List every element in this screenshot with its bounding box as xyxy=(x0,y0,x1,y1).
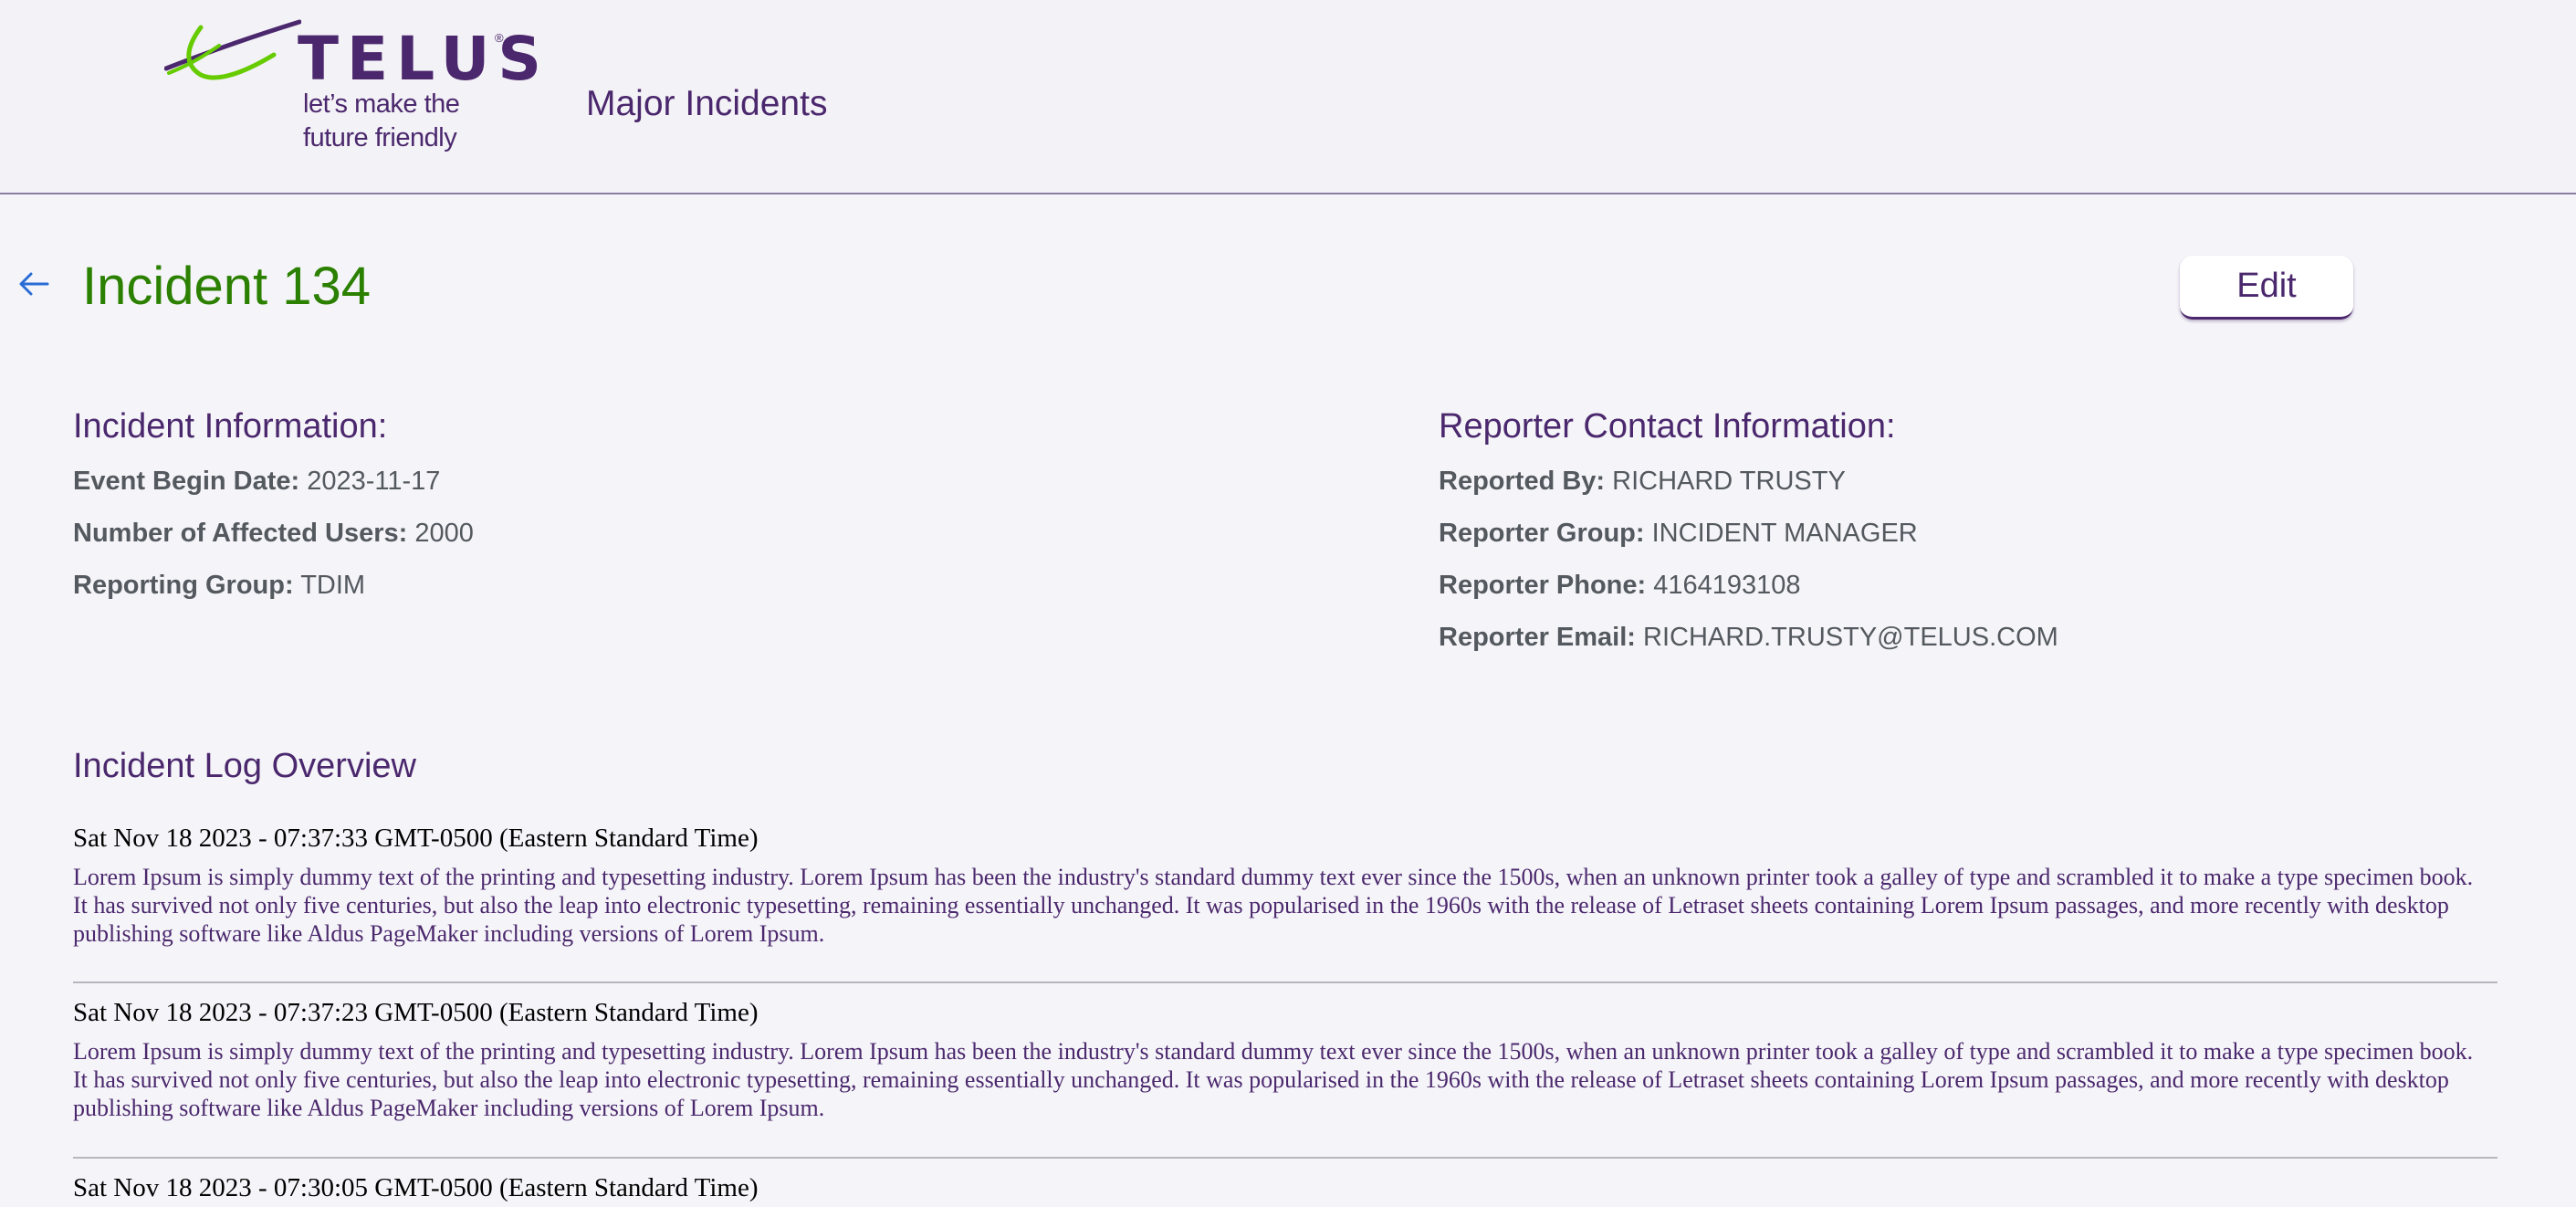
reporter-row-email: Reporter Email: RICHARD.TRUSTY@TELUS.COM xyxy=(1439,623,2058,653)
info-label: Number of Affected Users: xyxy=(73,519,408,548)
log-timestamp: Sat Nov 18 2023 - 07:30:05 GMT-0500 (Eas… xyxy=(73,1173,759,1202)
edit-button[interactable]: Edit xyxy=(2180,256,2353,320)
reporter-label: Reporter Phone: xyxy=(1439,571,1647,600)
telus-logo-icon xyxy=(164,19,301,80)
info-label: Reporting Group: xyxy=(73,571,294,600)
info-row-affected-users: Number of Affected Users: 2000 xyxy=(73,519,474,549)
reporter-label: Reporter Email: xyxy=(1439,623,1636,652)
log-title: Incident Log Overview xyxy=(73,747,416,785)
info-value: TDIM xyxy=(300,571,366,600)
log-divider xyxy=(73,981,2497,983)
incident-info-title: Incident Information: xyxy=(73,407,388,446)
reporter-label: Reported By: xyxy=(1439,467,1606,496)
reporter-info-title: Reporter Contact Information: xyxy=(1439,407,1896,446)
reporter-value: RICHARD.TRUSTY@TELUS.COM xyxy=(1643,623,2058,652)
logo-tagline: let’s make the future friendly xyxy=(303,88,460,155)
reporter-row-group: Reporter Group: INCIDENT MANAGER xyxy=(1439,519,1918,549)
log-entry: Sat Nov 18 2023 - 07:37:33 GMT-0500 (Eas… xyxy=(73,819,2497,948)
log-entry: Sat Nov 18 2023 - 07:30:05 GMT-0500 (Eas… xyxy=(73,1169,2497,1207)
page-title: Incident 134 xyxy=(82,257,372,316)
info-row-event-begin-date: Event Begin Date: 2023-11-17 xyxy=(73,467,440,497)
app-header: TELUS ® let’s make the future friendly M… xyxy=(0,0,2576,194)
log-divider xyxy=(73,1157,2497,1159)
log-entry: Sat Nov 18 2023 - 07:37:23 GMT-0500 (Eas… xyxy=(73,993,2497,1122)
log-timestamp: Sat Nov 18 2023 - 07:37:23 GMT-0500 (Eas… xyxy=(73,998,759,1027)
logo-tagline-line1: let’s make the xyxy=(303,89,460,119)
reporter-value: 4164193108 xyxy=(1653,571,1801,600)
reporter-row-reported-by: Reported By: RICHARD TRUSTY xyxy=(1439,467,1846,497)
app-title[interactable]: Major Incidents xyxy=(586,84,827,124)
log-timestamp: Sat Nov 18 2023 - 07:37:33 GMT-0500 (Eas… xyxy=(73,824,759,853)
info-value: 2000 xyxy=(414,519,474,548)
back-button[interactable] xyxy=(16,267,51,301)
arrow-left-icon xyxy=(19,272,49,296)
telus-logo[interactable]: TELUS ® let’s make the future friendly xyxy=(164,18,541,155)
reporter-label: Reporter Group: xyxy=(1439,519,1645,548)
info-row-reporting-group: Reporting Group: TDIM xyxy=(73,571,365,601)
logo-wordmark: TELUS xyxy=(298,24,550,94)
reporter-value: RICHARD TRUSTY xyxy=(1612,467,1846,496)
log-text: Lorem Ipsum is simply dummy text of the … xyxy=(73,864,2474,947)
reporter-value: INCIDENT MANAGER xyxy=(1651,519,1918,548)
info-value: 2023-11-17 xyxy=(307,467,441,496)
log-text: Lorem Ipsum is simply dummy text of the … xyxy=(73,1038,2474,1121)
logo-tagline-line2: future friendly xyxy=(303,123,457,152)
reporter-row-phone: Reporter Phone: 4164193108 xyxy=(1439,571,1801,601)
info-label: Event Begin Date: xyxy=(73,467,300,496)
logo-trademark: ® xyxy=(495,31,504,45)
